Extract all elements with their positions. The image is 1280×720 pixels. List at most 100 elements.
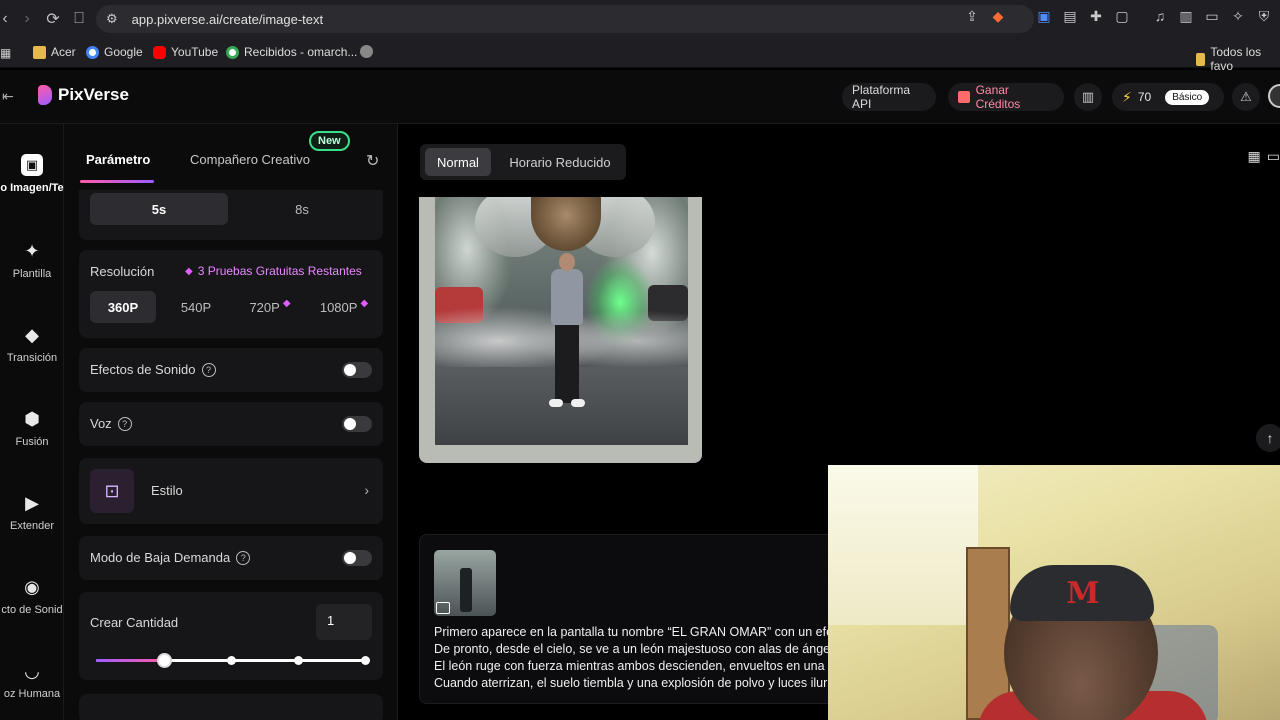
rail-item-human-voice[interactable]: ◡ oz Humana: [0, 660, 64, 701]
credits-balance[interactable]: ⚡ 70 Básico: [1112, 83, 1224, 111]
slider-stop[interactable]: [294, 656, 303, 665]
ai-icon[interactable]: ✧: [1228, 6, 1248, 26]
bookmark-gmail[interactable]: Recibidos - omarch...: [226, 45, 357, 59]
rail-item-image-text[interactable]: ▣ o Imagen/Te: [0, 154, 64, 194]
shield-icon[interactable]: ⛨: [1254, 6, 1274, 26]
image-icon: [436, 602, 450, 614]
rail-label: Extender: [9, 520, 55, 532]
generated-video-card[interactable]: [419, 197, 702, 463]
slider-thumb[interactable]: [156, 653, 172, 668]
tab-parameters[interactable]: Parámetro: [86, 152, 150, 167]
low-demand-card: Modo de Baja Demanda ?: [79, 536, 383, 580]
left-rail: ▣ o Imagen/Te ✦ Plantilla ◆ Transición ⬢…: [0, 124, 64, 720]
pixverse-logo[interactable]: PixVerse: [38, 85, 129, 105]
prompt-line: Primero aparece en la pantalla tu nombre…: [434, 625, 834, 639]
notifications-icon[interactable]: ⚠: [1232, 83, 1260, 111]
help-icon[interactable]: ?: [201, 362, 216, 377]
bookmark-acer[interactable]: Acer: [33, 45, 76, 59]
site-settings-icon[interactable]: ⚙: [106, 11, 118, 27]
bookmark-label: Google: [104, 45, 143, 59]
brave-shield-icon[interactable]: ◆: [988, 6, 1008, 26]
tab-underline: [80, 180, 154, 183]
quantity-input[interactable]: 1: [316, 604, 372, 640]
new-badge: New: [309, 131, 350, 151]
rail-item-template[interactable]: ✦ Plantilla: [0, 240, 64, 281]
low-demand-toggle[interactable]: [342, 550, 372, 566]
extension-icon[interactable]: ▤: [1060, 6, 1080, 26]
resolution-360p[interactable]: 360P: [90, 291, 156, 323]
cube-icon: ⬢: [24, 408, 40, 429]
rail-item-extend[interactable]: ▶ Extender: [0, 492, 64, 533]
reset-icon[interactable]: ↻: [366, 151, 379, 171]
style-selector[interactable]: ⊡ Estilo ›: [79, 458, 383, 524]
voice-text: Voz: [90, 416, 112, 431]
rail-label: oz Humana: [3, 688, 61, 700]
sound-effects-card: Efectos de Sonido ?: [79, 348, 383, 392]
youtube-icon: [153, 45, 166, 59]
library-icon[interactable]: ▥: [1074, 83, 1102, 111]
bolt-icon: ⚡: [1122, 88, 1132, 105]
bookmark-all-favorites[interactable]: Todos los favo: [1196, 45, 1266, 73]
earn-credits-button[interactable]: Ganar Créditos: [948, 83, 1064, 111]
list-layout-icon[interactable]: ▭: [1267, 148, 1280, 165]
prompt-line: El león ruge con fuerza mientras ambos d…: [434, 659, 825, 673]
bookmark-icon[interactable]: ⎕: [66, 6, 92, 32]
free-trials-note: ◆ 3 Pruebas Gratuitas Restantes: [185, 264, 362, 278]
duration-card: 5s 8s: [79, 190, 383, 240]
url-text: app.pixverse.ai/create/image-text: [131, 11, 324, 27]
voice-label: Voz ?: [90, 416, 132, 431]
sound-effects-toggle[interactable]: [342, 362, 372, 378]
voice-toggle[interactable]: [342, 416, 372, 432]
prompt-card[interactable]: Primero aparece en la pantalla tu nombre…: [419, 534, 839, 704]
tab-creative-partner[interactable]: Compañero Creativo: [190, 152, 310, 167]
bookmark-google[interactable]: Google: [86, 45, 143, 59]
media-icon[interactable]: ♫: [1150, 6, 1170, 26]
forward-icon[interactable]: ›: [14, 6, 40, 32]
reload-icon[interactable]: ⟳: [40, 6, 66, 32]
gmail-icon: [226, 45, 239, 59]
help-icon[interactable]: ?: [117, 416, 132, 431]
resolution-720p-label: 720P: [249, 299, 280, 315]
person-legs: [555, 323, 579, 403]
next-card: [79, 694, 383, 720]
video-preview[interactable]: [435, 197, 688, 445]
rail-item-sound-effects[interactable]: ◉ cto de Sonid: [0, 576, 64, 617]
slider-stop[interactable]: [227, 656, 236, 665]
api-platform-button[interactable]: Plataforma API: [842, 83, 936, 111]
quantity-card: Crear Cantidad 1: [79, 592, 383, 680]
bookmark-globe[interactable]: [360, 45, 373, 58]
rail-item-transition[interactable]: ◆ Transición: [0, 324, 64, 365]
mode-normal[interactable]: Normal: [425, 148, 491, 176]
screenshot-icon[interactable]: ▢: [1112, 6, 1132, 26]
apps-icon[interactable]: ▦: [0, 46, 11, 60]
collapse-sidebar-icon[interactable]: ⇤: [2, 88, 14, 105]
duration-5s[interactable]: 5s: [90, 193, 228, 225]
gem-icon: ◆: [282, 297, 291, 309]
quantity-slider[interactable]: [96, 653, 370, 668]
translate-icon[interactable]: ▣: [1034, 6, 1054, 26]
wallet-icon[interactable]: ▭: [1202, 6, 1222, 26]
webcam-window-light: [828, 465, 978, 625]
duration-8s[interactable]: 8s: [233, 193, 371, 225]
parameter-panel: Parámetro Compañero Creativo New ↻ 5s 8s…: [64, 124, 398, 720]
voice-card: Voz ?: [79, 402, 383, 446]
grid-layout-icon[interactable]: ▦: [1248, 148, 1261, 165]
quantity-label: Crear Cantidad: [90, 615, 178, 630]
scroll-to-top-icon[interactable]: ↑: [1256, 424, 1280, 452]
sidebar-icon[interactable]: ▥: [1176, 6, 1196, 26]
share-icon[interactable]: ⇪: [962, 6, 982, 26]
low-demand-text: Modo de Baja Demanda: [90, 550, 231, 565]
help-icon[interactable]: ?: [236, 550, 251, 565]
bookmark-label: YouTube: [171, 45, 219, 59]
resolution-540p[interactable]: 540P: [163, 291, 229, 323]
sound-effects-text: Efectos de Sonido: [90, 362, 196, 377]
puzzle-icon[interactable]: ✚: [1086, 6, 1106, 26]
slider-stop[interactable]: [361, 656, 370, 665]
resolution-1080p[interactable]: 1080P ◆: [311, 291, 377, 323]
mode-reduced-hours[interactable]: Horario Reducido: [499, 148, 621, 176]
resolution-720p[interactable]: 720P ◆: [237, 291, 303, 323]
rail-item-fusion[interactable]: ⬢ Fusión: [0, 408, 64, 449]
address-bar[interactable]: ⚙ app.pixverse.ai/create/image-text: [96, 5, 1034, 33]
source-image-thumbnail[interactable]: [434, 550, 496, 616]
bookmark-youtube[interactable]: YouTube: [153, 45, 218, 59]
